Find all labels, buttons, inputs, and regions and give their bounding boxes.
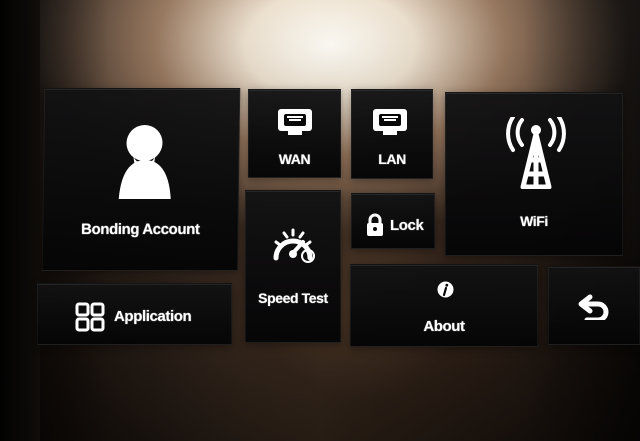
lock-tile[interactable]: Lock <box>351 193 435 249</box>
wifi-tile[interactable]: WiFi <box>445 92 623 256</box>
ethernet-port-icon <box>276 107 314 137</box>
wan-tile[interactable]: WAN <box>248 89 341 178</box>
info-icon <box>437 281 454 298</box>
lan-tile[interactable]: LAN <box>351 89 433 179</box>
back-tile[interactable] <box>548 266 640 345</box>
user-icon <box>105 121 182 199</box>
speedometer-icon <box>270 225 316 264</box>
dark-screen-edge <box>0 0 40 441</box>
about-tile[interactable]: About <box>350 264 538 347</box>
lan-label: LAN <box>378 151 406 167</box>
lock-icon <box>365 213 385 237</box>
application-label: Application <box>114 308 192 325</box>
about-label: About <box>423 318 465 335</box>
wifi-label: WiFi <box>520 213 548 229</box>
speed-test-label: Speed Test <box>258 290 328 306</box>
application-tile[interactable]: Application <box>37 283 232 345</box>
ethernet-port-icon <box>371 107 409 137</box>
back-arrow-icon <box>578 292 610 320</box>
photo-screen-background: Bonding Account Application WAN LAN Spee… <box>0 0 640 441</box>
apps-grid-icon <box>75 302 105 332</box>
wan-label: WAN <box>278 151 311 167</box>
lock-label: Lock <box>390 217 424 234</box>
wifi-antenna-icon <box>498 117 574 189</box>
bonding-account-tile[interactable]: Bonding Account <box>41 88 241 271</box>
bonding-account-label: Bonding Account <box>80 221 200 238</box>
speed-test-tile[interactable]: Speed Test <box>245 190 341 343</box>
